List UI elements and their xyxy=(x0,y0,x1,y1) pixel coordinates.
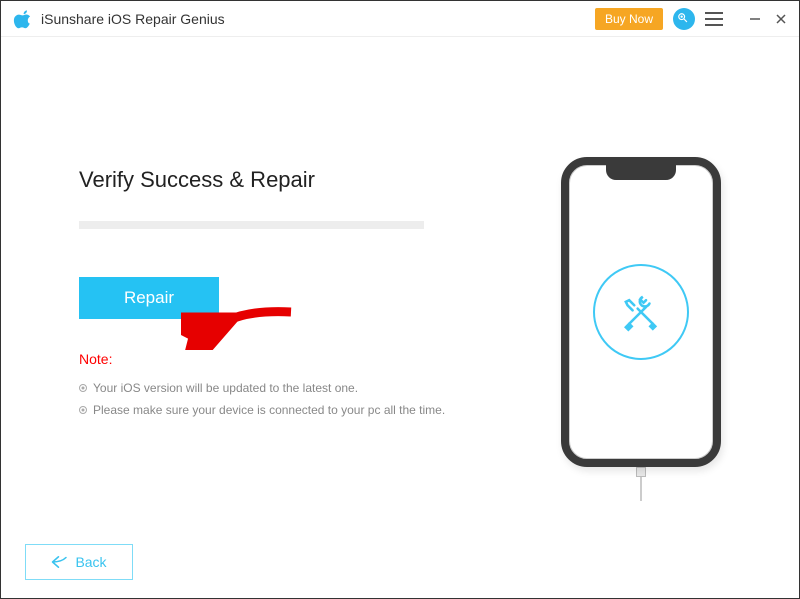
content-area: Verify Success & Repair Repair Note: You… xyxy=(1,37,799,598)
repair-button[interactable]: Repair xyxy=(79,277,219,319)
tools-icon xyxy=(593,264,689,360)
app-window: iSunshare iOS Repair Genius Buy Now Veri… xyxy=(0,0,800,599)
bullet-icon xyxy=(79,384,87,392)
phone-illustration xyxy=(561,157,721,501)
app-logo-icon xyxy=(13,9,33,29)
bullet-icon xyxy=(79,406,87,414)
buy-now-button[interactable]: Buy Now xyxy=(595,8,663,30)
titlebar: iSunshare iOS Repair Genius Buy Now xyxy=(1,1,799,37)
main-panel: Verify Success & Repair Repair Note: You… xyxy=(79,167,519,421)
close-button[interactable] xyxy=(773,11,789,27)
back-button[interactable]: Back xyxy=(25,544,133,580)
note-line: Please make sure your device is connecte… xyxy=(79,399,519,421)
minimize-button[interactable] xyxy=(747,11,763,27)
progress-bar xyxy=(79,221,424,229)
back-label: Back xyxy=(75,554,106,570)
back-arrow-icon xyxy=(51,555,69,569)
phone-notch xyxy=(606,164,676,180)
phone-frame xyxy=(561,157,721,467)
note-line: Your iOS version will be updated to the … xyxy=(79,377,519,399)
menu-button[interactable] xyxy=(705,12,723,26)
page-title: Verify Success & Repair xyxy=(79,167,519,193)
note-title: Note: xyxy=(79,351,519,367)
search-key-button[interactable] xyxy=(673,8,695,30)
phone-cable-icon xyxy=(635,467,647,501)
note-text: Please make sure your device is connecte… xyxy=(93,399,445,421)
app-title: iSunshare iOS Repair Genius xyxy=(41,11,225,27)
note-text: Your iOS version will be updated to the … xyxy=(93,377,358,399)
